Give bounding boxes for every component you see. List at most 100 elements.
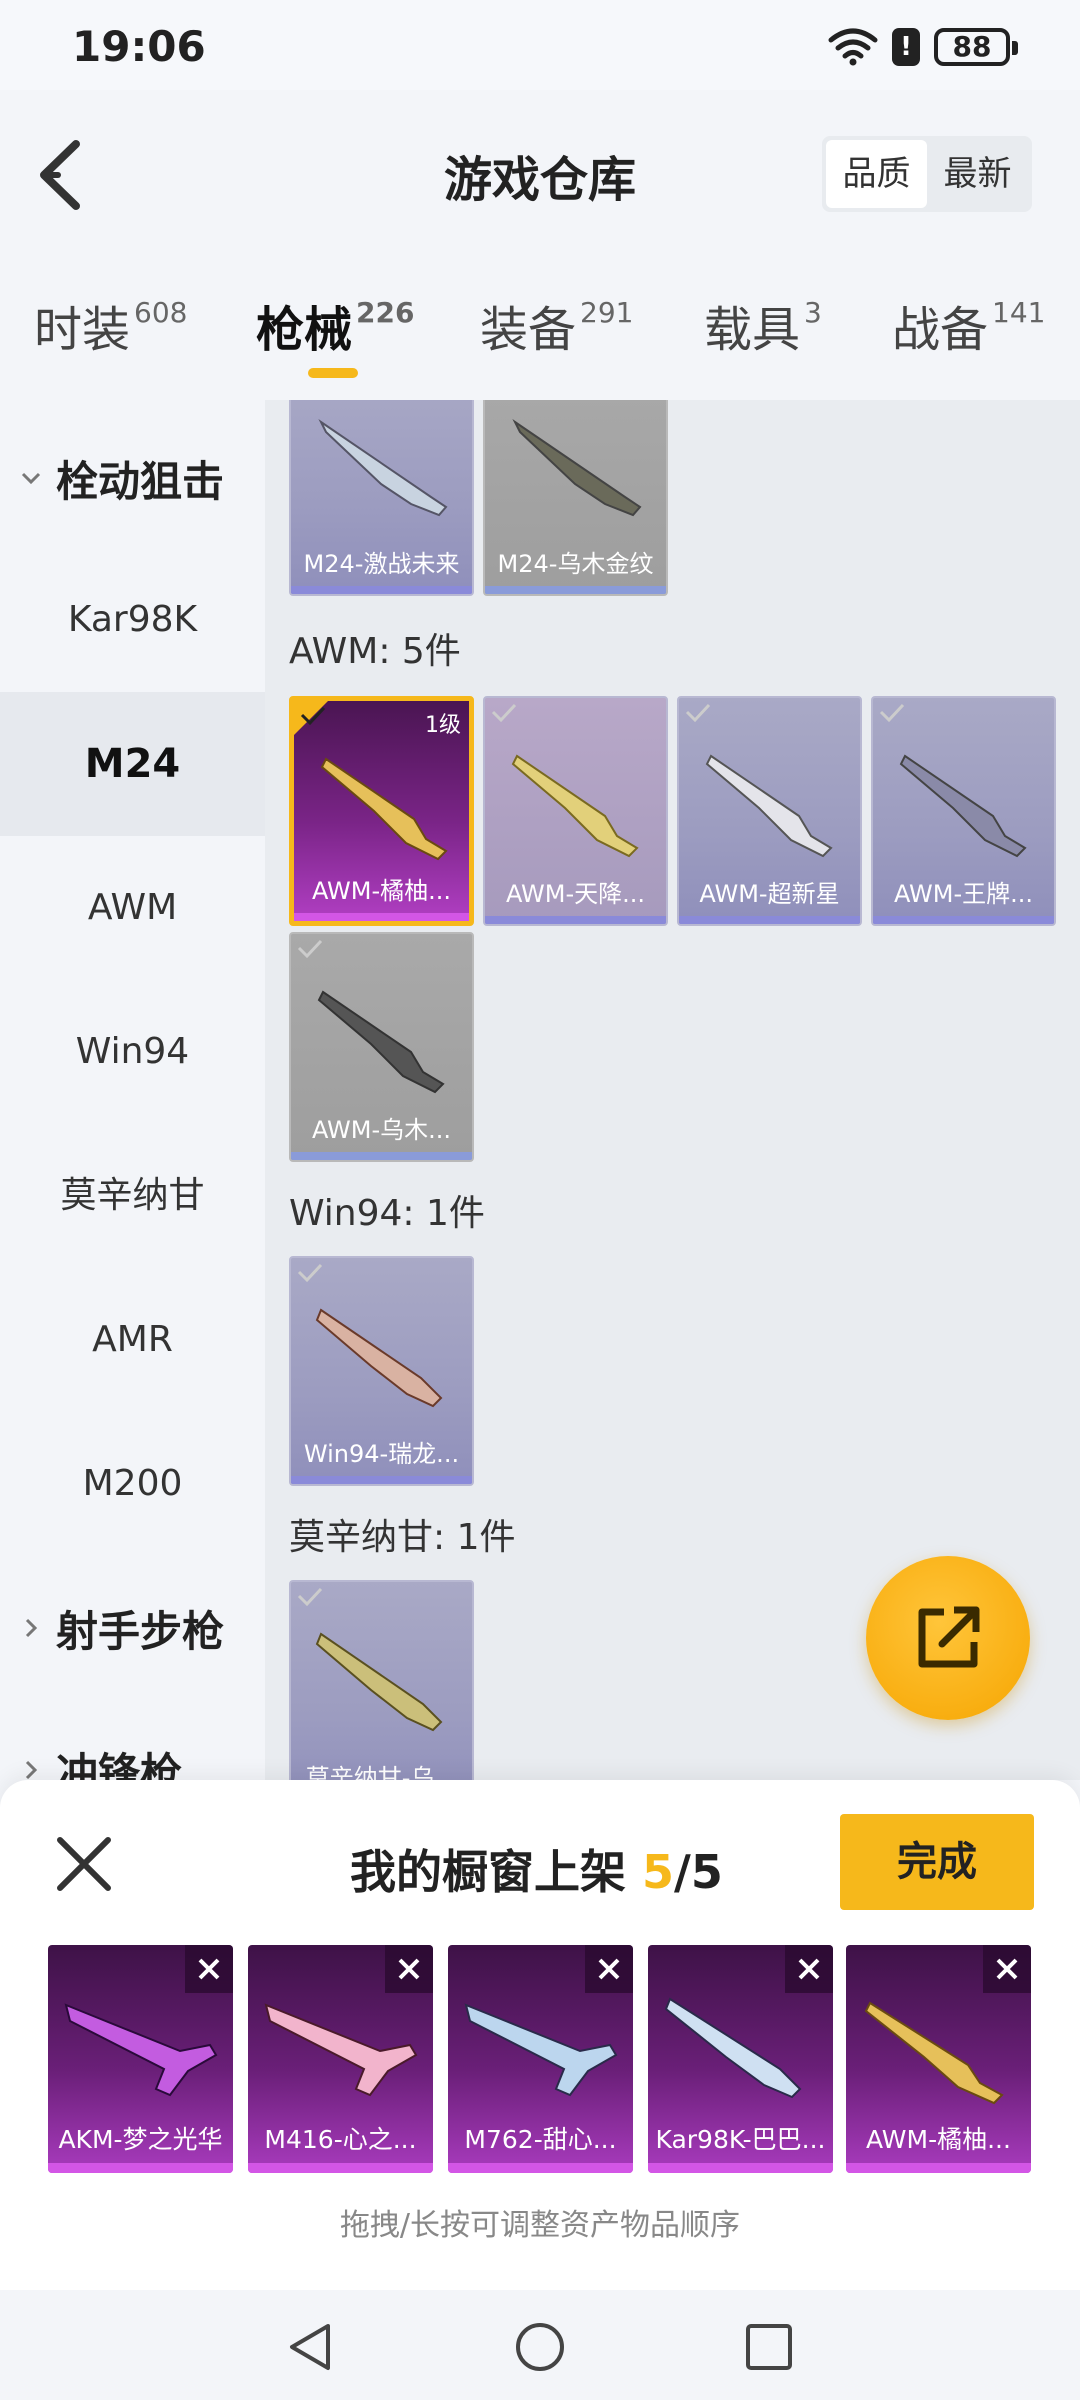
- active-tab-indicator: [308, 368, 358, 378]
- rarity-bar: [873, 916, 1054, 924]
- rifle-icon: [899, 754, 1027, 858]
- sidebar-item-awm[interactable]: AWM: [0, 836, 265, 980]
- rarity-bar: [48, 2163, 233, 2173]
- sidebar-item-mosin[interactable]: 莫辛纳甘: [0, 1124, 265, 1268]
- item-label: M24-乌木金纹: [497, 550, 654, 578]
- rarity-bar: [485, 586, 666, 594]
- sidebar-group-bolt-action[interactable]: 栓动狙击: [20, 438, 224, 518]
- shelf-item-label: Kar98K-巴巴...: [655, 2125, 826, 2154]
- chevron-right-icon: [25, 1760, 38, 1780]
- close-icon: [798, 1958, 820, 1980]
- item-card[interactable]: AWM-天降...: [483, 696, 668, 926]
- rarity-bar: [448, 2163, 633, 2173]
- sidebar-item-win94[interactable]: Win94: [0, 980, 265, 1124]
- shelf-card[interactable]: M762-甜心...: [448, 1945, 633, 2173]
- rarity-bar: [846, 2163, 1031, 2173]
- rifle-icon: [315, 1632, 443, 1732]
- item-label: AWM-天降...: [505, 880, 646, 908]
- remove-button[interactable]: [585, 1945, 633, 1993]
- rifle-icon: [664, 1997, 802, 2099]
- category-tabs: 时装 608 枪械 226 装备 291 载具 3 战备 141: [0, 280, 1080, 390]
- shelf-item-label: M762-甜心...: [464, 2125, 617, 2154]
- item-card[interactable]: AWM-乌木...: [289, 932, 474, 1162]
- remove-button[interactable]: [385, 1945, 433, 1993]
- rifle-icon: [320, 757, 448, 861]
- sidebar-item-kar98k[interactable]: Kar98K: [0, 548, 265, 692]
- rarity-bar: [648, 2163, 833, 2173]
- nav-back-icon[interactable]: [284, 2320, 338, 2374]
- section-title-mosin: 莫辛纳甘: 1件: [289, 1517, 516, 1558]
- sidebar-item-m200[interactable]: M200: [0, 1412, 265, 1556]
- item-card[interactable]: AWM-超新星: [677, 696, 862, 926]
- rifle-icon: [315, 1308, 443, 1408]
- item-card-selected[interactable]: 1级 AWM-橘柚...: [289, 696, 474, 926]
- rifle-icon: [511, 754, 639, 858]
- item-card[interactable]: M24-乌木金纹: [483, 400, 668, 596]
- system-nav-bar: [0, 2290, 1080, 2400]
- tab-costume[interactable]: 时装 608: [34, 290, 187, 360]
- rifle-icon: [64, 2003, 218, 2097]
- status-bar: 19:06 ! 88: [0, 0, 1080, 90]
- check-icon: [685, 703, 711, 723]
- section-title-awm: AWM: 5件: [289, 631, 461, 672]
- check-icon: [491, 703, 517, 723]
- sort-by-quality[interactable]: 品质: [826, 140, 927, 208]
- item-card[interactable]: 莫辛纳甘-乌...: [289, 1580, 474, 1780]
- wifi-icon: [828, 28, 878, 66]
- chevron-down-icon: [21, 472, 41, 485]
- tab-supplies[interactable]: 战备 141: [892, 290, 1045, 360]
- close-icon: [598, 1958, 620, 1980]
- close-icon[interactable]: [52, 1832, 116, 1896]
- item-label: AWM-乌木...: [311, 1116, 452, 1144]
- nav-recents-icon[interactable]: [742, 2320, 796, 2374]
- rifle-icon: [318, 419, 448, 517]
- item-label: AWM-橘柚...: [311, 877, 452, 905]
- remove-button[interactable]: [185, 1945, 233, 1993]
- section-title-win94: Win94: 1件: [289, 1193, 485, 1234]
- remove-button[interactable]: [785, 1945, 833, 1993]
- item-label: M24-激战未来: [303, 550, 460, 578]
- battery-icon: 88: [934, 28, 1018, 66]
- tab-guns[interactable]: 枪械 226: [256, 290, 414, 360]
- sidebar-group-smg[interactable]: 冲锋枪: [20, 1730, 182, 1780]
- showcase-count-total: /5: [674, 1845, 723, 1899]
- rarity-bar: [291, 1152, 472, 1160]
- shelf-card[interactable]: AKM-梦之光华: [48, 1945, 233, 2173]
- item-card[interactable]: AWM-王牌...: [871, 696, 1056, 926]
- check-icon: [300, 706, 326, 726]
- shelf-card[interactable]: Kar98K-巴巴...: [648, 1945, 833, 2173]
- sidebar-group-marksman[interactable]: 射手步枪: [20, 1588, 224, 1668]
- chevron-right-icon: [25, 1618, 38, 1638]
- close-icon: [198, 1958, 220, 1980]
- shelf-item-label: M416-心之...: [264, 2125, 417, 2154]
- external-link-icon: [918, 1606, 980, 1668]
- showcase-sheet: 我的橱窗上架 5/5 完成 AKM-梦之光华 M416-心之... M762-甜…: [0, 1780, 1080, 2290]
- sidebar-item-m24[interactable]: M24: [0, 692, 265, 836]
- item-level: 1级: [425, 713, 461, 738]
- item-card[interactable]: Win94-瑞龙...: [289, 1256, 474, 1486]
- rarity-bar: [679, 916, 860, 924]
- item-card[interactable]: M24-激战未来: [289, 400, 474, 596]
- rifle-icon: [705, 754, 833, 858]
- sidebar-item-amr[interactable]: AMR: [0, 1268, 265, 1412]
- rifle-icon: [317, 990, 445, 1094]
- tab-vehicles[interactable]: 载具 3: [704, 290, 822, 360]
- check-icon: [297, 1263, 323, 1283]
- done-button[interactable]: 完成: [840, 1814, 1034, 1910]
- tab-equipment[interactable]: 装备 291: [480, 290, 633, 360]
- item-label: 莫辛纳甘-乌...: [305, 1764, 458, 1780]
- check-icon: [297, 939, 323, 959]
- alert-icon: !: [892, 28, 920, 66]
- rarity-bar: [291, 1476, 472, 1484]
- rifle-icon: [864, 2001, 1004, 2105]
- shelf-card[interactable]: AWM-橘柚...: [846, 1945, 1031, 2173]
- share-fab[interactable]: [866, 1556, 1030, 1720]
- item-label: AWM-超新星: [699, 880, 840, 908]
- nav-home-icon[interactable]: [513, 2320, 567, 2374]
- rarity-bar: [291, 586, 472, 594]
- item-label: AWM-王牌...: [893, 880, 1034, 908]
- rarity-bar: [485, 916, 666, 924]
- shelf-card[interactable]: M416-心之...: [248, 1945, 433, 2173]
- remove-button[interactable]: [983, 1945, 1031, 1993]
- sort-by-newest[interactable]: 最新: [927, 140, 1028, 208]
